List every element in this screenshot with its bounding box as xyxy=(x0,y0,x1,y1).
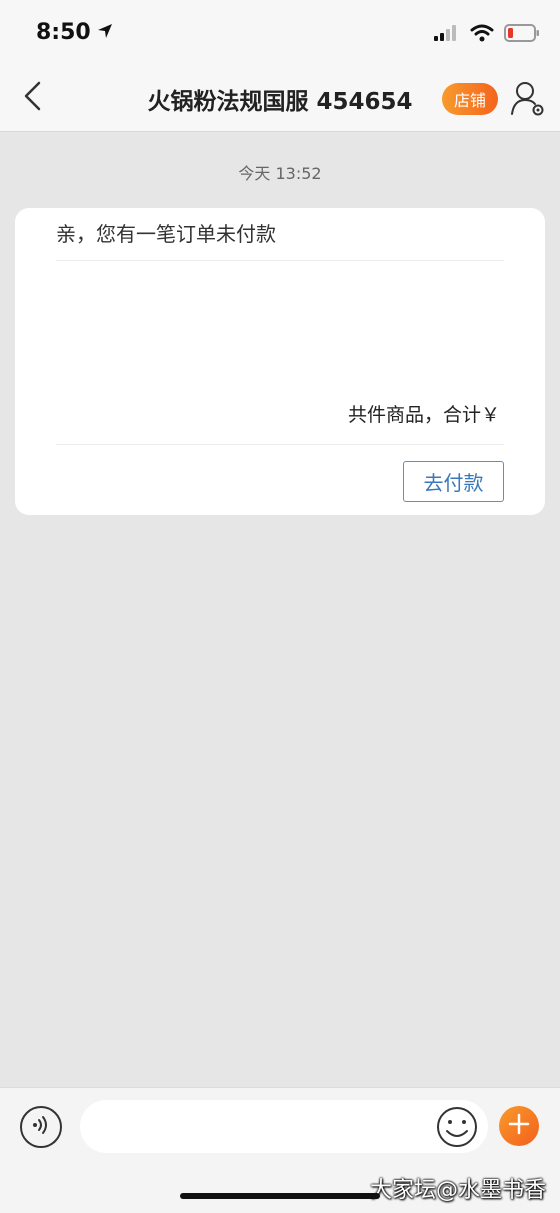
watermark: 大家坛@水墨书香 xyxy=(369,1178,546,1203)
cellular-signal-icon xyxy=(434,25,460,45)
battery-icon xyxy=(504,24,540,46)
home-indicator[interactable] xyxy=(180,1193,380,1199)
status-bar: 8:50 xyxy=(0,0,560,66)
back-button[interactable] xyxy=(14,80,50,116)
pay-button[interactable]: 去付款 xyxy=(403,461,504,502)
card-divider-top xyxy=(56,260,504,261)
more-button[interactable] xyxy=(499,1106,539,1146)
voice-icon xyxy=(30,1114,52,1140)
user-settings-button[interactable] xyxy=(510,80,546,118)
page-title: 火锅粉法规国服 454654 xyxy=(147,89,413,115)
order-card: 亲，您有一笔订单未付款 共件商品，合计￥ 去付款 xyxy=(15,208,545,515)
card-divider-bottom xyxy=(56,444,504,445)
location-arrow-icon xyxy=(97,20,113,45)
chevron-left-icon xyxy=(22,80,42,116)
chat-timestamp: 今天 13:52 xyxy=(238,164,322,183)
order-card-title: 亲，您有一笔订单未付款 xyxy=(56,222,276,246)
wifi-icon xyxy=(470,24,494,46)
emoji-button[interactable] xyxy=(436,1106,478,1148)
status-icons xyxy=(434,24,540,46)
order-total: 共件商品，合计￥ xyxy=(347,404,500,426)
voice-button[interactable] xyxy=(20,1106,62,1148)
emoji-icon xyxy=(436,1107,478,1152)
status-time: 8:50 xyxy=(36,20,91,45)
nav-bar: 火锅粉法规国服 454654 店铺 xyxy=(0,66,560,132)
status-time-group: 8:50 xyxy=(36,20,113,45)
plus-icon xyxy=(508,1113,530,1139)
shop-button[interactable]: 店铺 xyxy=(442,83,498,115)
message-input[interactable] xyxy=(80,1100,488,1153)
user-settings-icon xyxy=(510,82,546,122)
